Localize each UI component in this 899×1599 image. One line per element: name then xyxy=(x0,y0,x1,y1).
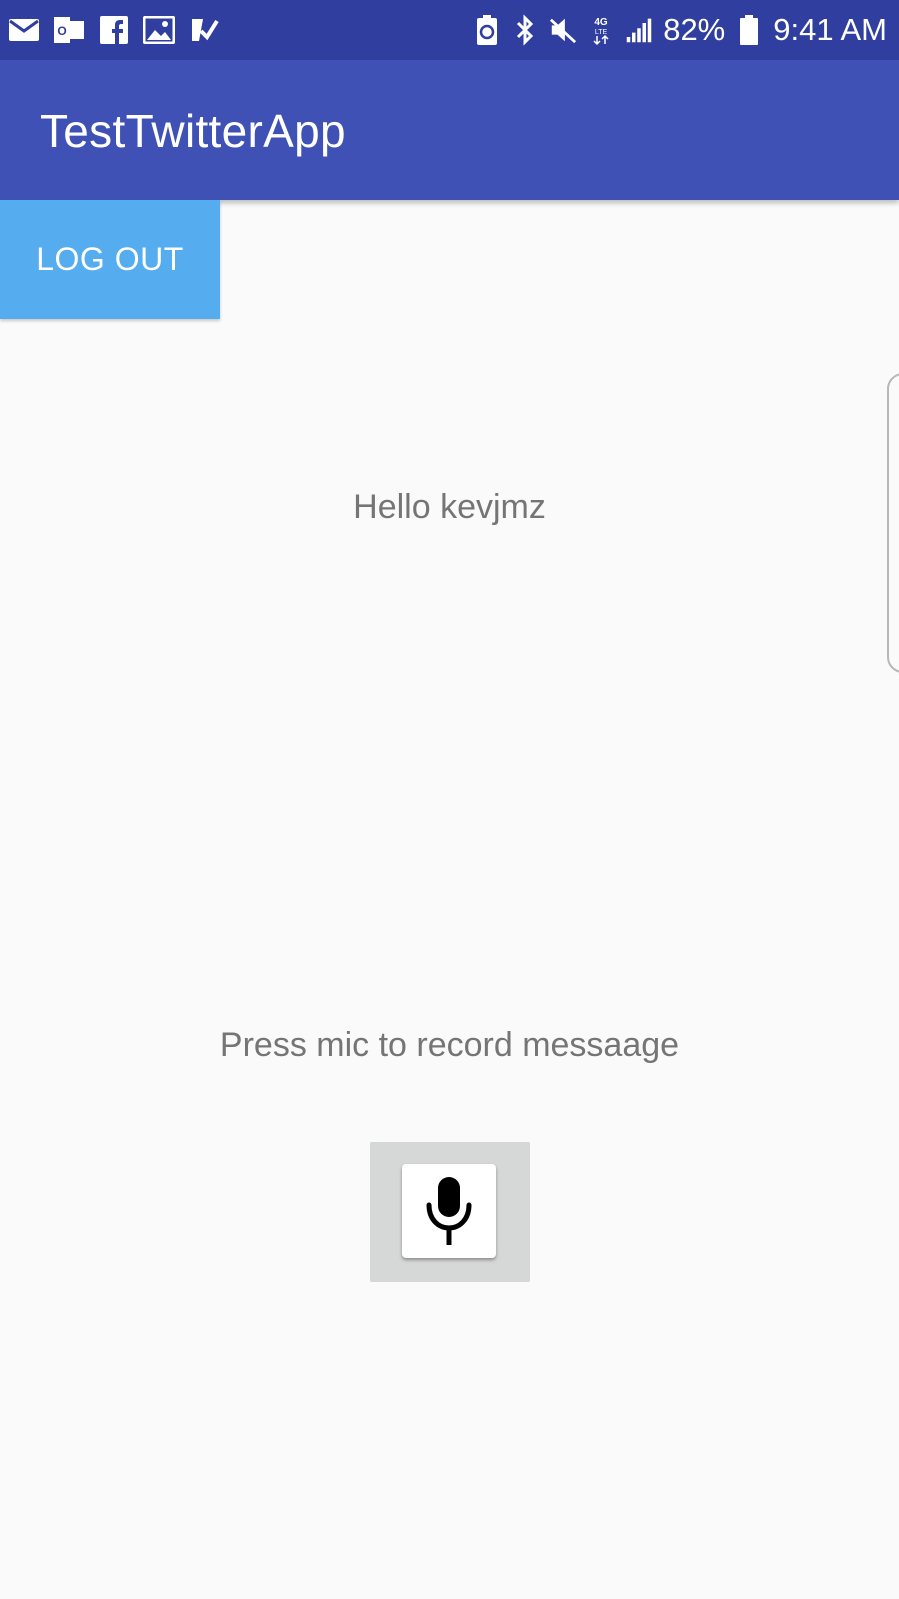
gallery-icon xyxy=(143,14,175,46)
greeting-text: Hello kevjmz xyxy=(353,488,546,526)
mic-button[interactable] xyxy=(402,1164,496,1258)
battery-saver-icon xyxy=(473,14,501,46)
notification-icons: O xyxy=(8,14,220,46)
battery-icon xyxy=(735,14,763,46)
tasks-icon xyxy=(188,14,220,46)
app-bar: TestTwitterApp xyxy=(0,60,899,200)
facebook-icon xyxy=(98,14,130,46)
status-bar: O 4G LTE 82% 9:41 AM xyxy=(0,0,899,60)
bluetooth-icon xyxy=(511,14,539,46)
mic-container xyxy=(370,1142,530,1282)
app-title: TestTwitterApp xyxy=(40,105,346,157)
svg-text:O: O xyxy=(57,24,66,38)
microphone-icon xyxy=(426,1177,472,1245)
svg-text:LTE: LTE xyxy=(595,29,608,36)
mute-icon xyxy=(549,14,577,46)
svg-text:4G: 4G xyxy=(595,17,609,28)
mail-icon xyxy=(8,14,40,46)
outlook-icon: O xyxy=(53,14,85,46)
record-instruction: Press mic to record messaage xyxy=(219,1026,680,1064)
system-status: 4G LTE 82% 9:41 AM xyxy=(473,0,887,60)
clock: 9:41 AM xyxy=(773,12,887,47)
signal-icon xyxy=(625,14,653,46)
logout-button[interactable]: LOG OUT xyxy=(0,200,220,319)
battery-percent: 82% xyxy=(663,12,726,47)
lte-icon: 4G LTE xyxy=(587,14,615,46)
